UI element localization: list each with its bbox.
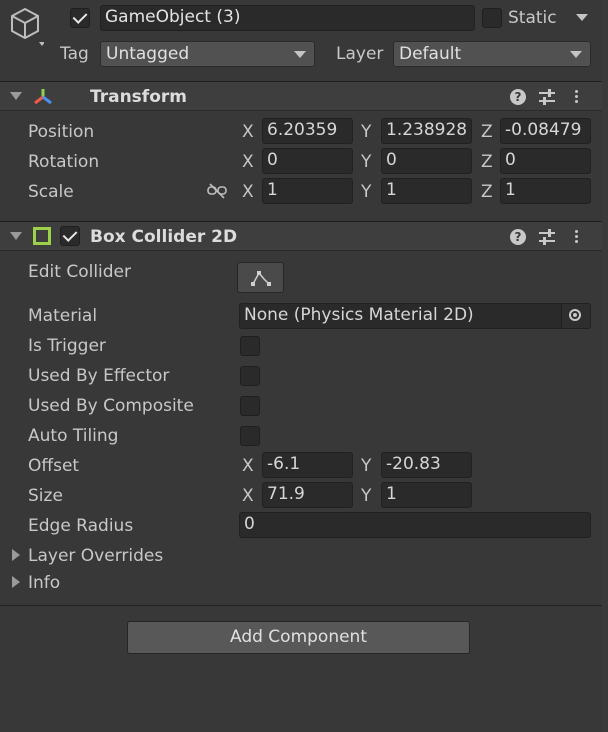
offset-x-input[interactable]: -6.1 [262, 452, 353, 478]
gameobject-name-input[interactable]: GameObject (3) [100, 5, 475, 31]
layer-overrides-label[interactable]: Layer Overrides [28, 545, 163, 567]
material-label: Material [28, 306, 98, 326]
used-by-effector-checkbox[interactable] [240, 366, 260, 386]
axis-x-label: X [242, 456, 254, 476]
object-picker-icon[interactable] [561, 304, 590, 328]
chevron-down-icon [294, 51, 306, 58]
layer-label: Layer [336, 44, 384, 64]
gameobject-cube-icon[interactable] [8, 6, 45, 48]
edge-radius-input[interactable]: 0 [239, 512, 591, 538]
axis-x-label: X [242, 486, 254, 506]
position-x-input[interactable]: 6.20359 [262, 118, 353, 144]
edit-collider-label: Edit Collider [28, 262, 132, 282]
box-collider-icon [33, 227, 51, 245]
rotation-y-input[interactable]: 0 [381, 148, 472, 174]
axis-y-label: Y [361, 486, 372, 506]
axis-z-label: Z [481, 182, 493, 202]
presets-icon[interactable] [538, 228, 556, 246]
material-value: None (Physics Material 2D) [244, 305, 474, 325]
rotation-x-input[interactable]: 0 [262, 148, 353, 174]
presets-icon[interactable] [538, 88, 556, 106]
foldout-arrow-icon[interactable] [10, 232, 22, 240]
tag-value: Untagged [106, 44, 190, 64]
axis-y-label: Y [361, 182, 372, 202]
material-field[interactable]: None (Physics Material 2D) [239, 303, 591, 329]
size-label: Size [28, 486, 63, 506]
component-divider [0, 605, 608, 606]
used-by-composite-label: Used By Composite [28, 396, 194, 416]
auto-tiling-label: Auto Tiling [28, 426, 119, 446]
tag-dropdown[interactable]: Untagged [100, 41, 315, 67]
checkmark-icon [72, 9, 88, 24]
axis-x-label: X [242, 152, 254, 172]
offset-y-input[interactable]: -20.83 [381, 452, 472, 478]
axis-x-label: X [242, 122, 254, 142]
transform-title: Transform [90, 87, 187, 107]
rotation-z-input[interactable]: 0 [500, 148, 591, 174]
foldout-arrow-icon[interactable] [10, 92, 22, 100]
box-collider-enabled-checkbox[interactable] [60, 226, 80, 246]
size-y-input[interactable]: 1 [381, 482, 472, 508]
axis-z-label: Z [481, 152, 493, 172]
kebab-menu-icon[interactable] [575, 88, 579, 105]
edge-radius-label: Edge Radius [28, 516, 134, 536]
axis-y-label: Y [361, 152, 372, 172]
chevron-down-icon [570, 51, 582, 58]
is-trigger-label: Is Trigger [28, 336, 106, 356]
static-checkbox[interactable] [482, 8, 502, 28]
checkmark-icon [62, 227, 78, 242]
position-label: Position [28, 122, 95, 142]
auto-tiling-checkbox[interactable] [240, 426, 260, 446]
is-trigger-checkbox[interactable] [240, 336, 260, 356]
help-icon[interactable]: ? [510, 89, 526, 105]
unlink-scale-icon[interactable] [207, 183, 227, 199]
scale-z-input[interactable]: 1 [500, 178, 591, 204]
scale-x-input[interactable]: 1 [262, 178, 353, 204]
layer-value: Default [399, 44, 462, 64]
axis-x-label: X [242, 182, 254, 202]
transform-axes-icon [32, 87, 54, 107]
add-component-button[interactable]: Add Component [127, 621, 470, 654]
axis-y-label: Y [361, 456, 372, 476]
box-collider-title: Box Collider 2D [90, 227, 238, 247]
layer-dropdown[interactable]: Default [393, 41, 591, 67]
scale-y-input[interactable]: 1 [381, 178, 472, 204]
edit-collider-icon [250, 271, 271, 286]
static-label: Static [508, 8, 557, 28]
info-foldout-icon[interactable] [12, 576, 20, 588]
axis-y-label: Y [361, 122, 372, 142]
axis-z-label: Z [481, 122, 493, 142]
box-collider-header[interactable]: Box Collider 2D ? [0, 221, 608, 251]
transform-header[interactable]: Transform ? [0, 81, 608, 111]
tag-label: Tag [60, 44, 89, 64]
edit-collider-button[interactable] [237, 262, 284, 293]
size-x-input[interactable]: 71.9 [262, 482, 353, 508]
active-checkbox[interactable] [70, 8, 90, 28]
info-label[interactable]: Info [28, 572, 60, 594]
static-dropdown-caret-icon[interactable] [576, 14, 588, 21]
scrollbar-track[interactable] [602, 0, 608, 732]
rotation-label: Rotation [28, 152, 100, 172]
position-y-input[interactable]: 1.238928 [381, 118, 472, 144]
position-z-input[interactable]: -0.08479 [500, 118, 591, 144]
used-by-effector-label: Used By Effector [28, 366, 170, 386]
offset-label: Offset [28, 456, 80, 476]
kebab-menu-icon[interactable] [575, 228, 579, 245]
help-icon[interactable]: ? [510, 229, 526, 245]
layer-overrides-foldout-icon[interactable] [12, 549, 20, 561]
scale-label: Scale [28, 182, 74, 202]
used-by-composite-checkbox[interactable] [240, 396, 260, 416]
